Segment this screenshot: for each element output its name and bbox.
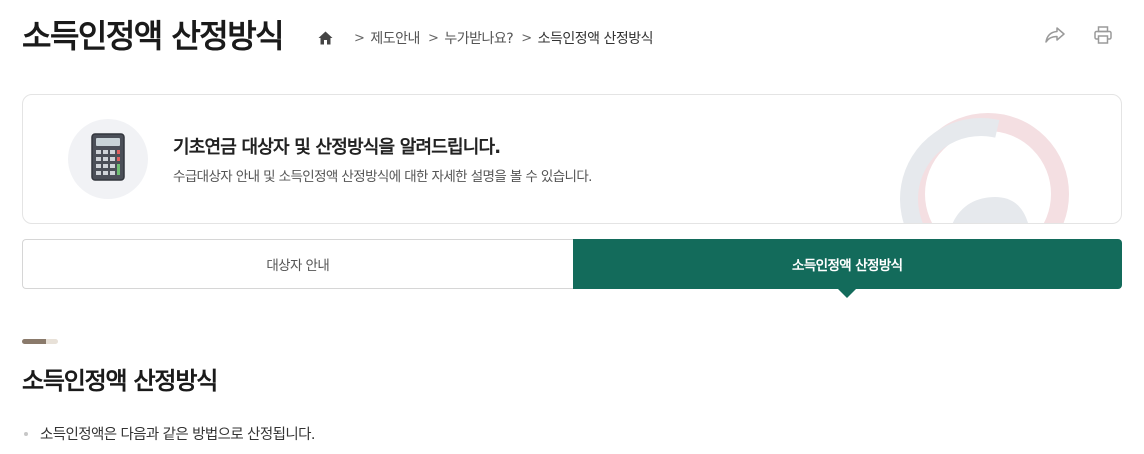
tab-target-guide[interactable]: 대상자 안내 — [22, 239, 573, 289]
home-icon[interactable] — [316, 29, 334, 47]
government-emblem-icon — [893, 109, 1093, 223]
tab-bar: 대상자 안내 소득인정액 산정방식 — [22, 239, 1122, 298]
bullet-icon — [24, 431, 28, 436]
list-item-text: 소득인정액은 다음과 같은 방법으로 산정됩니다. — [40, 427, 315, 443]
intro-box: 기초연금 대상자 및 산정방식을 알려드립니다. 수급대상자 안내 및 소득인정… — [22, 94, 1122, 224]
page-title: 소득인정액 산정방식 — [22, 17, 285, 55]
breadcrumb-item[interactable]: 제도안내 — [370, 28, 420, 48]
print-icon[interactable] — [1092, 24, 1114, 46]
intro-icon-circle — [68, 119, 148, 199]
chevron-right-icon: > — [427, 30, 439, 46]
chevron-right-icon: > — [521, 30, 532, 46]
breadcrumb-item[interactable]: 누가받나요? — [444, 28, 513, 48]
share-icon[interactable] — [1044, 24, 1066, 46]
section-accent-bar — [22, 339, 58, 344]
intro-description: 수급대상자 안내 및 소득인정액 산정방식에 대한 자세한 설명을 볼 수 있습… — [173, 169, 592, 185]
calculator-icon — [91, 133, 125, 185]
breadcrumb-current: 소득인정액 산정방식 — [537, 31, 654, 47]
intro-heading: 기초연금 대상자 및 산정방식을 알려드립니다. — [173, 137, 501, 158]
breadcrumb: > 제도안내 > 누가받나요? > 소득인정액 산정방식 — [316, 28, 661, 48]
list-item: 소득인정액은 다음과 같은 방법으로 산정됩니다. — [24, 423, 315, 444]
tab-income-calculation[interactable]: 소득인정액 산정방식 — [572, 239, 1122, 298]
chevron-right-icon: > — [354, 30, 365, 46]
section-title: 소득인정액 산정방식 — [22, 367, 218, 395]
page-actions — [1044, 24, 1114, 46]
